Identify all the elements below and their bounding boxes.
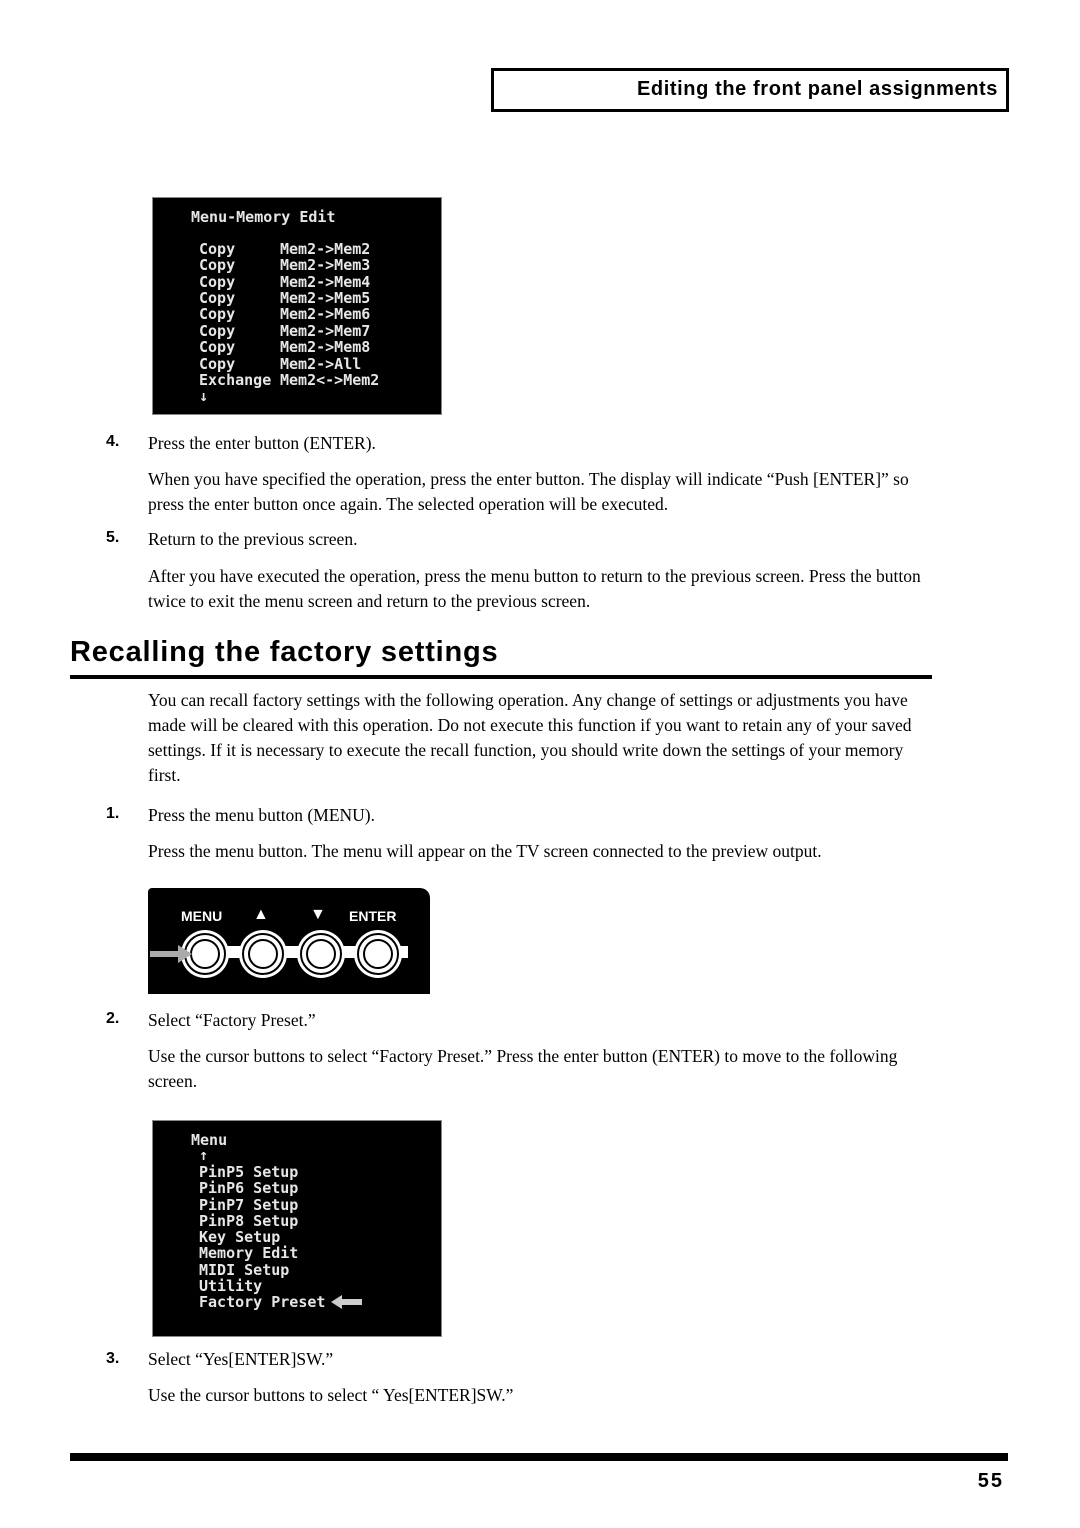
front-panel-illustration: MENU ▲ ▼ ENTER: [148, 888, 430, 994]
row-op: Copy: [199, 322, 236, 340]
row-op: Copy: [199, 355, 236, 373]
row-target: Mem2->Mem4: [280, 273, 371, 291]
row-op: Copy: [199, 256, 236, 274]
menu-item: PinP5 Setup: [199, 1163, 299, 1181]
row-op: Exchange: [199, 371, 272, 389]
step-body: Press the menu button. The menu will app…: [148, 841, 822, 861]
section-heading: Recalling the factory settings: [70, 636, 499, 668]
step-title: Return to the previous screen.: [148, 529, 358, 549]
step-number: 2.: [106, 1010, 120, 1027]
step-title: Press the enter button (ENTER).: [148, 433, 376, 453]
up-arrow-icon: ▲: [253, 906, 269, 923]
scroll-down-arrow-icon: ↓: [199, 387, 209, 405]
menu-screen-image: Menu ↑ PinP5 Setup PinP6 Setup PinP7 Set…: [152, 1120, 442, 1337]
row-target: Mem2->Mem3: [280, 256, 371, 274]
down-arrow-icon: ▼: [310, 906, 326, 923]
row-target: Mem2->All: [280, 355, 362, 373]
step-number: 4.: [106, 433, 120, 450]
scroll-up-arrow-icon: ↑: [199, 1146, 209, 1164]
step-number: 3.: [106, 1350, 120, 1367]
pointer-arrow-icon: [150, 945, 192, 963]
screen-title: Menu-Memory Edit: [191, 208, 336, 226]
step-title: Press the menu button (MENU).: [148, 805, 375, 825]
enter-label: ENTER: [349, 908, 397, 924]
menu-item: PinP6 Setup: [199, 1179, 299, 1197]
step-title: Select “Factory Preset.”: [148, 1010, 316, 1030]
row-target: Mem2<->Mem2: [280, 371, 380, 389]
section-header-title: Editing the front panel assignments: [636, 78, 998, 100]
screen-title: Menu: [191, 1131, 228, 1149]
heading-rule: [70, 675, 932, 679]
menu-item: MIDI Setup: [199, 1261, 290, 1279]
row-op: Copy: [199, 338, 236, 356]
step-number: 1.: [106, 805, 120, 822]
menu-item: Memory Edit: [199, 1244, 299, 1262]
down-button[interactable]: [300, 933, 342, 975]
menu-item: PinP7 Setup: [199, 1196, 299, 1214]
enter-button[interactable]: [357, 933, 399, 975]
row-target: Mem2->Mem6: [280, 305, 371, 323]
section-header-box: Editing the front panel assignments: [491, 68, 1009, 112]
step-body: When you have specified the operation, p…: [148, 469, 909, 514]
selection-arrow-icon: [331, 1295, 362, 1309]
row-target: Mem2->Mem5: [280, 289, 371, 307]
row-target: Mem2->Mem7: [280, 322, 371, 340]
row-op: Copy: [199, 305, 236, 323]
row-target: Mem2->Mem2: [280, 240, 371, 258]
step-body: Use the cursor buttons to select “Factor…: [148, 1046, 898, 1091]
section-intro: You can recall factory settings with the…: [148, 690, 912, 785]
menu-label: MENU: [181, 908, 223, 924]
step-number: 5.: [106, 529, 120, 546]
row-target: Mem2->Mem8: [280, 338, 371, 356]
memory-edit-screen-image: Menu-Memory Edit Copy Mem2->Mem2 Copy Mem2…: [152, 197, 442, 415]
menu-item-selected: Factory Preset: [199, 1293, 326, 1311]
row-op: Copy: [199, 273, 236, 291]
footer-rule: [70, 1453, 1008, 1461]
step-body: After you have executed the operation, p…: [148, 566, 921, 611]
row-op: Copy: [199, 289, 236, 307]
up-button[interactable]: [242, 933, 284, 975]
menu-item: Key Setup: [199, 1228, 281, 1246]
row-op: Copy: [199, 240, 236, 258]
menu-item: Utility: [199, 1277, 263, 1295]
page-number: 55: [977, 1470, 1004, 1492]
menu-item: PinP8 Setup: [199, 1212, 299, 1230]
step-body: Use the cursor buttons to select “ Yes[E…: [148, 1385, 514, 1405]
step-title: Select “Yes[ENTER]SW.”: [148, 1349, 334, 1369]
